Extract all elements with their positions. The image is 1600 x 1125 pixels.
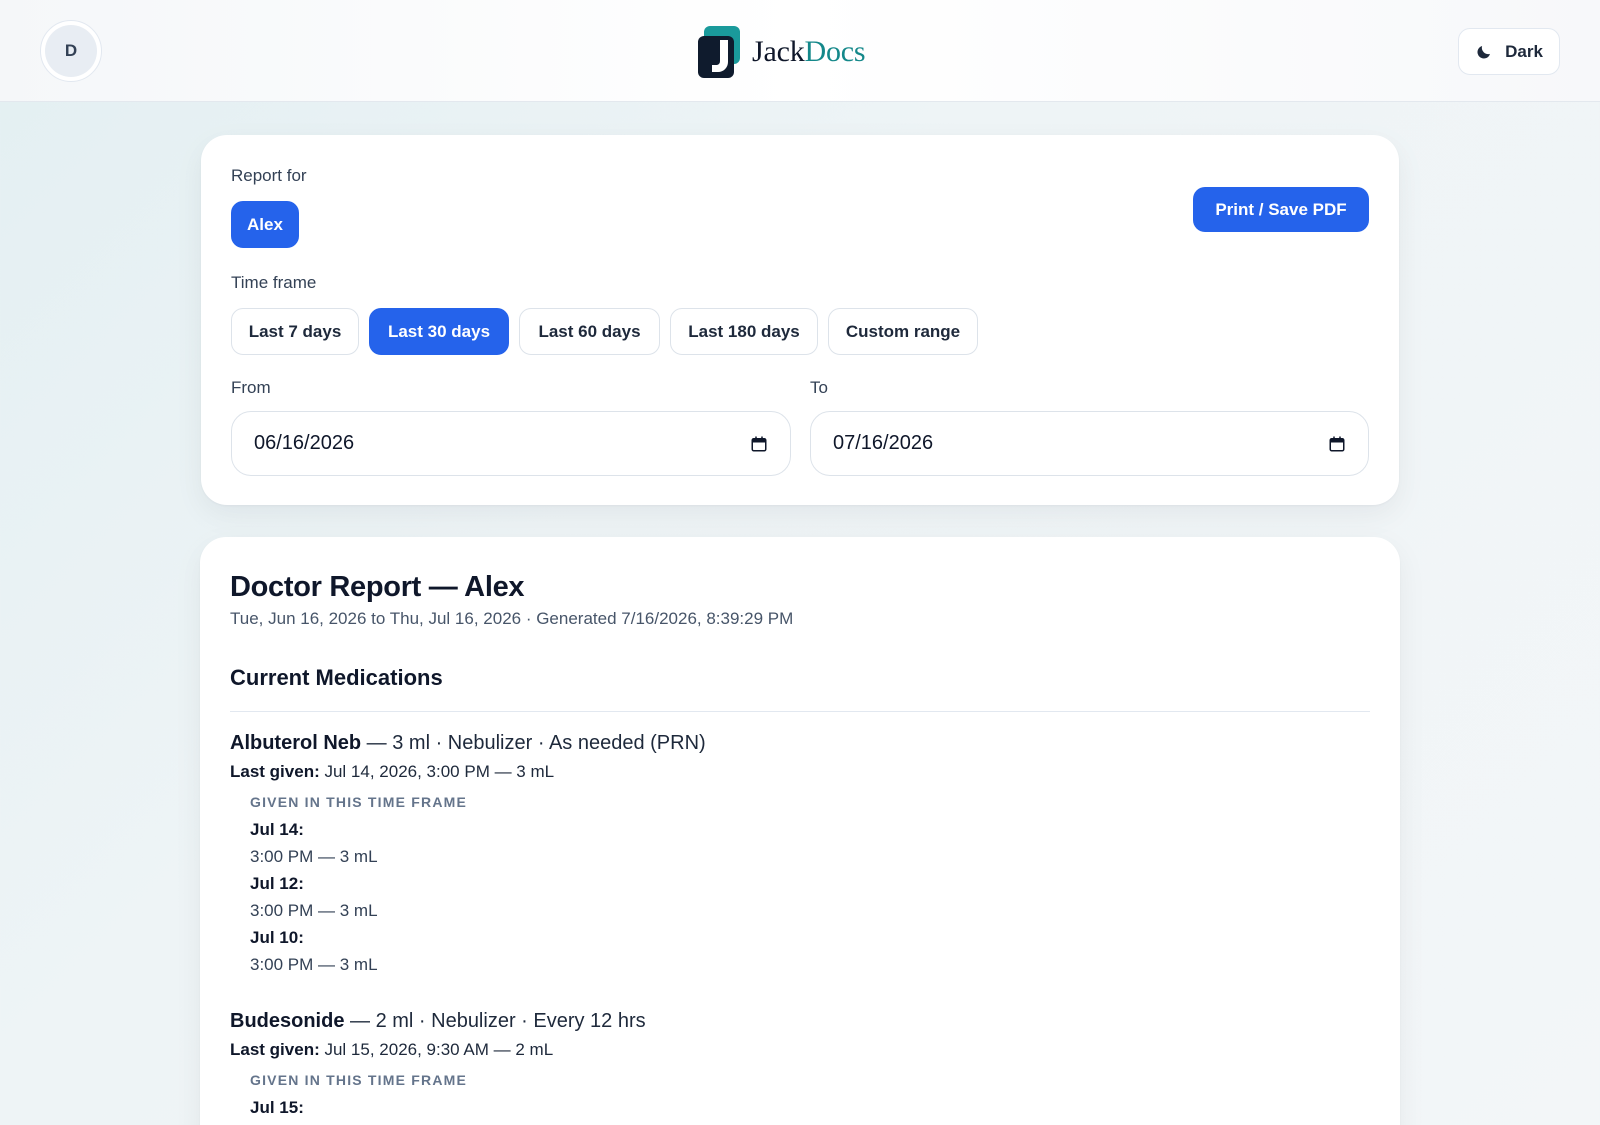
- from-date-value: 06/16/2026: [254, 432, 355, 454]
- patient-alex-button[interactable]: Alex: [231, 201, 299, 248]
- report-for-label: Report for: [231, 166, 307, 185]
- dose-day: Jul 14:: [250, 820, 304, 839]
- medication-details: — 3 ml · Nebulizer · As needed (PRN): [361, 732, 706, 754]
- last-given-value: Jul 15, 2026, 9:30 AM — 2 mL: [319, 1040, 554, 1059]
- dose-list: Jul 14: 3:00 PM — 3 mL Jul 12: 3:00 PM —…: [250, 816, 1370, 978]
- brand-logo[interactable]: JackDocs: [698, 26, 866, 78]
- report-subtitle: Tue, Jun 16, 2026 to Thu, Jul 16, 2026 ·…: [230, 609, 794, 628]
- last-given-value: Jul 14, 2026, 3:00 PM — 3 mL: [319, 762, 555, 781]
- dose-time: 3:00 PM — 3 mL: [250, 955, 378, 974]
- to-date-value: 07/16/2026: [833, 432, 934, 454]
- medication-item: Albuterol Neb — 3 ml · Nebulizer · As ne…: [230, 728, 1370, 978]
- dose-day: Jul 12:: [250, 874, 304, 893]
- avatar[interactable]: D: [40, 20, 102, 82]
- calendar-icon[interactable]: [750, 435, 768, 453]
- report-title: Doctor Report — Alex: [230, 571, 525, 603]
- from-date-input[interactable]: 06/16/2026: [231, 411, 791, 476]
- top-bar: D JackDocs Dark: [0, 0, 1600, 102]
- last-given-label: Last given:: [230, 762, 320, 781]
- medication-header: Budesonide — 2 ml · Nebulizer · Every 12…: [230, 1006, 1370, 1036]
- moon-icon: [1477, 45, 1491, 59]
- dose-time: 3:00 PM — 3 mL: [250, 901, 378, 920]
- dose-day: Jul 10:: [250, 928, 304, 947]
- calendar-icon[interactable]: [1328, 435, 1346, 453]
- current-medications-heading: Current Medications: [230, 665, 443, 690]
- last-given-label: Last given:: [230, 1040, 320, 1059]
- from-label: From: [231, 378, 271, 397]
- print-save-pdf-button[interactable]: Print / Save PDF: [1193, 187, 1369, 232]
- to-date-input[interactable]: 07/16/2026: [810, 411, 1369, 476]
- medication-name: Budesonide: [230, 1010, 345, 1032]
- time-frame-custom-range[interactable]: Custom range: [828, 308, 978, 355]
- medication-details: — 2 ml · Nebulizer · Every 12 hrs: [344, 1010, 646, 1032]
- dark-mode-button[interactable]: Dark: [1458, 28, 1560, 75]
- time-frame-30-days[interactable]: Last 30 days: [369, 308, 509, 355]
- medication-last-given: Last given: Jul 14, 2026, 3:00 PM — 3 mL: [230, 758, 1370, 786]
- jackdocs-logo-icon: [698, 26, 740, 78]
- dose-time: 3:00 PM — 3 mL: [250, 847, 378, 866]
- medication-item: Budesonide — 2 ml · Nebulizer · Every 12…: [230, 1006, 1370, 1121]
- medication-last-given: Last given: Jul 15, 2026, 9:30 AM — 2 mL: [230, 1036, 1370, 1064]
- brand-name-second: Docs: [804, 35, 866, 68]
- given-in-time-frame-label: GIVEN IN THIS TIME FRAME: [250, 1072, 468, 1088]
- section-divider: [230, 711, 1370, 712]
- report-controls-card: Report for Alex Print / Save PDF Time fr…: [201, 135, 1399, 505]
- avatar-initial: D: [45, 25, 97, 77]
- to-label: To: [810, 378, 828, 397]
- dose-day: Jul 15:: [250, 1098, 304, 1117]
- dark-mode-label: Dark: [1505, 41, 1543, 61]
- brand-name-first: Jack: [752, 35, 805, 68]
- doctor-report-card: Doctor Report — Alex Tue, Jun 16, 2026 t…: [200, 537, 1400, 1125]
- given-in-time-frame-label: GIVEN IN THIS TIME FRAME: [250, 794, 468, 810]
- medication-header: Albuterol Neb — 3 ml · Nebulizer · As ne…: [230, 728, 1370, 758]
- time-frame-180-days[interactable]: Last 180 days: [670, 308, 818, 355]
- time-frame-label: Time frame: [231, 273, 317, 292]
- time-frame-60-days[interactable]: Last 60 days: [519, 308, 660, 355]
- medication-name: Albuterol Neb: [230, 732, 362, 754]
- brand-name: JackDocs: [752, 35, 866, 68]
- dose-list: Jul 15:: [250, 1094, 1370, 1121]
- time-frame-7-days[interactable]: Last 7 days: [231, 308, 359, 355]
